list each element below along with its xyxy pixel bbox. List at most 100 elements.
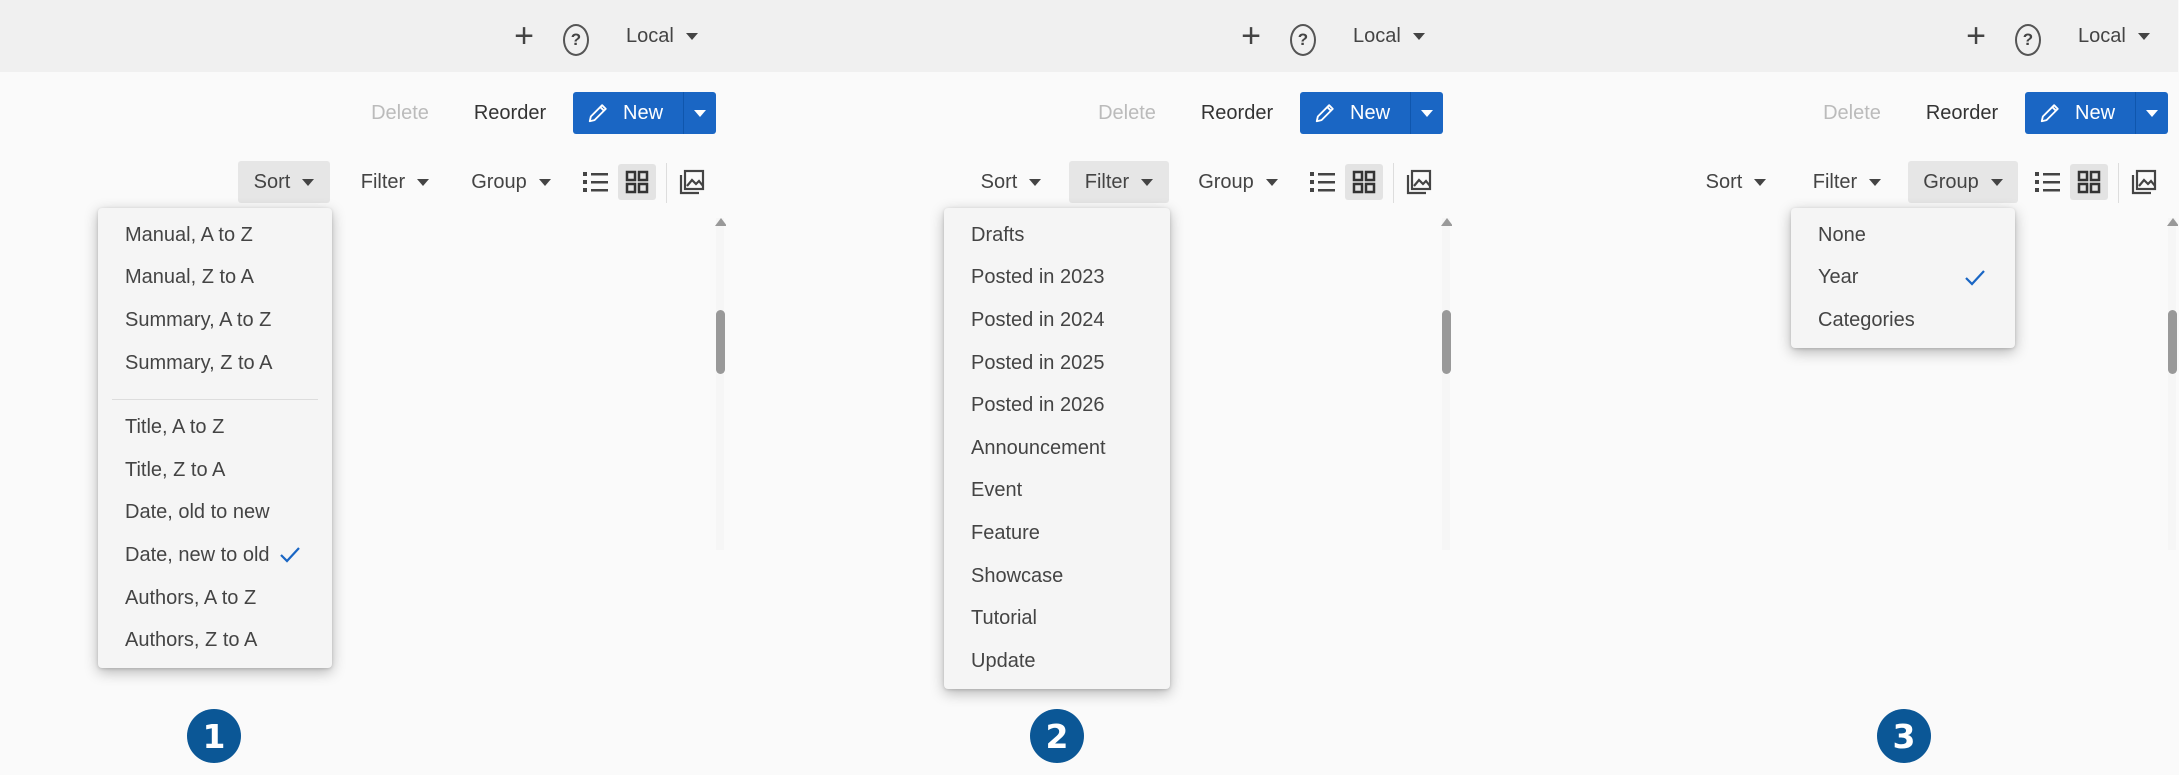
- filter-option[interactable]: Update: [944, 640, 1170, 683]
- group-dropdown[interactable]: Group: [1908, 161, 2018, 203]
- sort-option-summary-z-a[interactable]: Summary, Z to A: [98, 342, 332, 385]
- gallery-view-icon[interactable]: [2125, 164, 2163, 200]
- reorder-button[interactable]: Reorder: [1199, 92, 1275, 134]
- sort-dropdown[interactable]: Sort: [1690, 161, 1782, 203]
- new-button-label: New: [2075, 101, 2116, 124]
- pencil-icon: [2040, 104, 2059, 123]
- group-label: Group: [1198, 170, 1254, 193]
- scrollbar-thumb[interactable]: [716, 310, 725, 374]
- chevron-down-icon: [538, 178, 551, 186]
- filter-option[interactable]: Announcement: [944, 427, 1170, 470]
- sort-option-authors-z-a[interactable]: Authors, Z to A: [98, 619, 332, 662]
- sort-dropdown[interactable]: Sort: [965, 161, 1057, 203]
- toolbar-divider: [2118, 163, 2119, 203]
- sort-option-manual-a-z[interactable]: Manual, A to Z: [98, 214, 332, 257]
- sort-option-date-old-new[interactable]: Date, old to new: [98, 492, 332, 535]
- locale-dropdown[interactable]: Local: [626, 20, 698, 52]
- filter-dropdown[interactable]: Filter: [350, 161, 440, 203]
- scrollbar-track[interactable]: [2168, 218, 2176, 550]
- scroll-up-arrow-icon[interactable]: [2167, 218, 2178, 226]
- chevron-down-icon: [685, 32, 698, 40]
- group-label: Group: [1923, 170, 1979, 193]
- locale-dropdown[interactable]: Local: [1353, 20, 1425, 52]
- sort-dropdown[interactable]: Sort: [238, 161, 330, 203]
- list-view-icon[interactable]: [2029, 164, 2067, 200]
- checkmark-icon: [1965, 269, 1985, 286]
- new-options-toggle[interactable]: [2135, 92, 2168, 134]
- filter-option[interactable]: Event: [944, 470, 1170, 513]
- filter-option[interactable]: Posted in 2023: [944, 257, 1170, 300]
- step-badge: 1: [187, 709, 241, 763]
- scrollbar-track[interactable]: [1442, 218, 1450, 550]
- help-icon[interactable]: ?: [1290, 24, 1316, 56]
- grid-view-icon[interactable]: [2070, 164, 2108, 200]
- filter-option[interactable]: Posted in 2026: [944, 384, 1170, 427]
- group-option-categories[interactable]: Categories: [1791, 299, 2015, 342]
- scrollbar-thumb[interactable]: [1442, 310, 1451, 374]
- filter-option[interactable]: Feature: [944, 512, 1170, 555]
- step-badge: 2: [1030, 709, 1084, 763]
- help-icon[interactable]: ?: [563, 24, 589, 56]
- list-view-icon[interactable]: [577, 164, 615, 200]
- add-plus-icon[interactable]: +: [508, 17, 540, 55]
- scroll-up-arrow-icon[interactable]: [1441, 218, 1452, 226]
- grid-view-icon[interactable]: [1345, 164, 1383, 200]
- group-option-none[interactable]: None: [1791, 214, 2015, 257]
- chevron-down-icon: [1754, 178, 1767, 186]
- delete-button[interactable]: Delete: [370, 92, 430, 134]
- filter-dropdown[interactable]: Filter: [1069, 161, 1169, 203]
- filter-option[interactable]: Drafts: [944, 214, 1170, 257]
- chevron-down-icon: [1421, 109, 1433, 117]
- filter-label: Filter: [1812, 170, 1858, 193]
- new-button[interactable]: New: [2025, 92, 2168, 134]
- sort-label: Sort: [980, 170, 1018, 193]
- help-icon[interactable]: ?: [2015, 24, 2041, 56]
- new-button[interactable]: New: [573, 92, 716, 134]
- checkmark-icon: [280, 547, 300, 563]
- chevron-down-icon: [302, 178, 315, 186]
- top-bar: + ? Local: [0, 0, 726, 72]
- new-options-toggle[interactable]: [683, 92, 716, 134]
- filter-option[interactable]: Posted in 2024: [944, 299, 1170, 342]
- reorder-button[interactable]: Reorder: [472, 92, 548, 134]
- new-button-label: New: [1350, 101, 1391, 124]
- group-option-year[interactable]: Year: [1791, 257, 2015, 300]
- delete-button[interactable]: Delete: [1822, 92, 1882, 134]
- new-options-toggle[interactable]: [1410, 92, 1443, 134]
- group-menu: None Year Categories: [1791, 208, 2015, 348]
- add-plus-icon[interactable]: +: [1235, 17, 1267, 55]
- add-plus-icon[interactable]: +: [1960, 17, 1992, 55]
- group-option-label: Year: [1818, 266, 1859, 289]
- group-dropdown[interactable]: Group: [1189, 161, 1287, 203]
- reorder-button[interactable]: Reorder: [1924, 92, 2000, 134]
- delete-button[interactable]: Delete: [1097, 92, 1157, 134]
- sort-option-date-new-old[interactable]: Date, new to old: [98, 534, 332, 577]
- sort-option-summary-a-z[interactable]: Summary, A to Z: [98, 299, 332, 342]
- scrollbar-thumb[interactable]: [2168, 310, 2177, 374]
- filter-option[interactable]: Tutorial: [944, 597, 1170, 640]
- sort-option-authors-a-z[interactable]: Authors, A to Z: [98, 577, 332, 620]
- filter-menu: Drafts Posted in 2023 Posted in 2024 Pos…: [944, 208, 1170, 689]
- chevron-down-icon: [1265, 178, 1278, 186]
- gallery-view-icon[interactable]: [673, 164, 711, 200]
- filter-option[interactable]: Showcase: [944, 555, 1170, 598]
- chevron-down-icon: [1990, 178, 2003, 186]
- new-button[interactable]: New: [1300, 92, 1443, 134]
- grid-view-icon[interactable]: [618, 164, 656, 200]
- filter-label: Filter: [360, 170, 406, 193]
- locale-dropdown[interactable]: Local: [2078, 20, 2150, 52]
- group-label: Group: [471, 170, 527, 193]
- chevron-down-icon: [1869, 178, 1882, 186]
- scroll-up-arrow-icon[interactable]: [715, 218, 726, 226]
- sort-option-manual-z-a[interactable]: Manual, Z to A: [98, 257, 332, 300]
- sort-option-title-a-z[interactable]: Title, A to Z: [98, 406, 332, 449]
- group-dropdown[interactable]: Group: [462, 161, 560, 203]
- scrollbar-track[interactable]: [716, 218, 724, 550]
- panel-filter: + ? Local Delete Reorder New Sort Filter…: [726, 0, 1452, 775]
- sort-option-title-z-a[interactable]: Title, Z to A: [98, 449, 332, 492]
- filter-option[interactable]: Posted in 2025: [944, 342, 1170, 385]
- list-view-icon[interactable]: [1304, 164, 1342, 200]
- locale-label: Local: [1353, 24, 1401, 47]
- gallery-view-icon[interactable]: [1400, 164, 1438, 200]
- filter-dropdown[interactable]: Filter: [1802, 161, 1892, 203]
